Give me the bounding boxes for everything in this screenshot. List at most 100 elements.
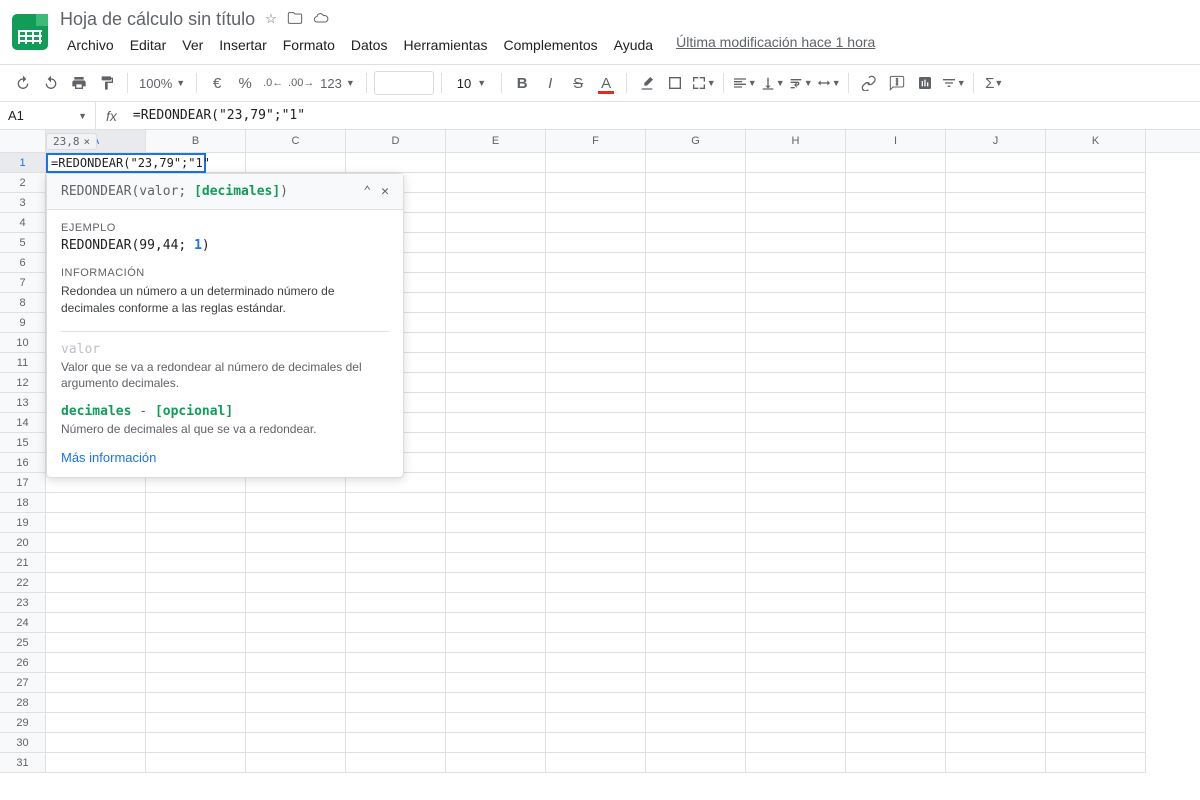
cell[interactable] bbox=[146, 573, 246, 593]
cell[interactable] bbox=[1046, 673, 1146, 693]
cell[interactable] bbox=[946, 713, 1046, 733]
cell[interactable] bbox=[246, 653, 346, 673]
number-format-dropdown[interactable]: 123▼ bbox=[316, 76, 359, 91]
cell[interactable] bbox=[646, 293, 746, 313]
cell[interactable] bbox=[146, 713, 246, 733]
cell[interactable] bbox=[846, 513, 946, 533]
row-header-4[interactable]: 4 bbox=[0, 213, 46, 233]
column-header-B[interactable]: B bbox=[146, 130, 246, 152]
cell[interactable] bbox=[646, 373, 746, 393]
row-header-5[interactable]: 5 bbox=[0, 233, 46, 253]
cell[interactable] bbox=[746, 553, 846, 573]
cell[interactable] bbox=[746, 633, 846, 653]
cell[interactable] bbox=[946, 253, 1046, 273]
cell[interactable] bbox=[1046, 493, 1146, 513]
cell[interactable] bbox=[546, 713, 646, 733]
cell[interactable] bbox=[946, 293, 1046, 313]
cell[interactable] bbox=[1046, 713, 1146, 733]
cell[interactable] bbox=[846, 673, 946, 693]
cell[interactable] bbox=[546, 193, 646, 213]
column-header-F[interactable]: F bbox=[546, 130, 646, 152]
cell[interactable] bbox=[546, 293, 646, 313]
text-rotation-button[interactable]: ▼ bbox=[815, 70, 841, 96]
row-header-15[interactable]: 15 bbox=[0, 433, 46, 453]
cell[interactable] bbox=[946, 753, 1046, 773]
menu-herramientas[interactable]: Herramientas bbox=[396, 34, 494, 56]
cell[interactable] bbox=[546, 353, 646, 373]
collapse-tooltip-icon[interactable]: ⌃ bbox=[363, 184, 371, 199]
cell[interactable] bbox=[846, 233, 946, 253]
cell[interactable] bbox=[346, 693, 446, 713]
cell[interactable] bbox=[946, 453, 1046, 473]
cell[interactable] bbox=[346, 513, 446, 533]
column-header-J[interactable]: J bbox=[946, 130, 1046, 152]
cell[interactable] bbox=[346, 633, 446, 653]
cell[interactable] bbox=[346, 493, 446, 513]
cell[interactable] bbox=[646, 273, 746, 293]
row-header-16[interactable]: 16 bbox=[0, 453, 46, 473]
cell[interactable] bbox=[546, 153, 646, 173]
cell[interactable] bbox=[746, 513, 846, 533]
cell[interactable] bbox=[446, 393, 546, 413]
cell[interactable] bbox=[846, 573, 946, 593]
cell[interactable] bbox=[646, 453, 746, 473]
cell[interactable] bbox=[446, 313, 546, 333]
cell[interactable] bbox=[1046, 513, 1146, 533]
cell[interactable] bbox=[546, 613, 646, 633]
cell[interactable] bbox=[946, 693, 1046, 713]
cell[interactable] bbox=[146, 513, 246, 533]
cell[interactable] bbox=[746, 313, 846, 333]
increase-decimal-button[interactable]: .00→ bbox=[288, 70, 314, 96]
cell[interactable] bbox=[746, 333, 846, 353]
cell[interactable] bbox=[1046, 193, 1146, 213]
menu-editar[interactable]: Editar bbox=[123, 34, 174, 56]
cell[interactable] bbox=[146, 633, 246, 653]
cell[interactable] bbox=[446, 213, 546, 233]
cell[interactable] bbox=[446, 493, 546, 513]
cell[interactable] bbox=[946, 673, 1046, 693]
cell[interactable] bbox=[546, 413, 646, 433]
cell[interactable] bbox=[446, 753, 546, 773]
cell[interactable] bbox=[846, 253, 946, 273]
cell[interactable] bbox=[446, 653, 546, 673]
cell[interactable] bbox=[746, 353, 846, 373]
sheets-logo-icon[interactable] bbox=[12, 14, 48, 50]
cell[interactable] bbox=[746, 653, 846, 673]
cell[interactable] bbox=[846, 553, 946, 573]
italic-button[interactable]: I bbox=[537, 70, 563, 96]
undo-button[interactable] bbox=[10, 70, 36, 96]
cell[interactable] bbox=[846, 653, 946, 673]
row-header-7[interactable]: 7 bbox=[0, 273, 46, 293]
row-header-30[interactable]: 30 bbox=[0, 733, 46, 753]
cell[interactable] bbox=[846, 213, 946, 233]
cell[interactable] bbox=[646, 233, 746, 253]
cell[interactable] bbox=[46, 493, 146, 513]
cell[interactable] bbox=[846, 413, 946, 433]
cell[interactable] bbox=[546, 573, 646, 593]
cell[interactable] bbox=[946, 373, 1046, 393]
cell[interactable] bbox=[1046, 573, 1146, 593]
cell[interactable] bbox=[46, 673, 146, 693]
cell[interactable] bbox=[946, 593, 1046, 613]
cell[interactable] bbox=[746, 273, 846, 293]
cell[interactable] bbox=[646, 653, 746, 673]
cell[interactable] bbox=[846, 333, 946, 353]
cell[interactable] bbox=[846, 473, 946, 493]
cell[interactable] bbox=[346, 153, 446, 173]
cell[interactable] bbox=[446, 373, 546, 393]
move-icon[interactable] bbox=[287, 10, 303, 29]
cell[interactable] bbox=[946, 213, 1046, 233]
cell[interactable] bbox=[1046, 353, 1146, 373]
insert-comment-button[interactable] bbox=[884, 70, 910, 96]
cell[interactable] bbox=[446, 233, 546, 253]
cell[interactable] bbox=[946, 633, 1046, 653]
cell[interactable] bbox=[546, 693, 646, 713]
cell[interactable] bbox=[446, 173, 546, 193]
row-header-20[interactable]: 20 bbox=[0, 533, 46, 553]
row-header-28[interactable]: 28 bbox=[0, 693, 46, 713]
cell[interactable] bbox=[646, 153, 746, 173]
cell[interactable] bbox=[646, 733, 746, 753]
cell[interactable] bbox=[546, 313, 646, 333]
cell[interactable] bbox=[1046, 593, 1146, 613]
cell[interactable] bbox=[346, 653, 446, 673]
